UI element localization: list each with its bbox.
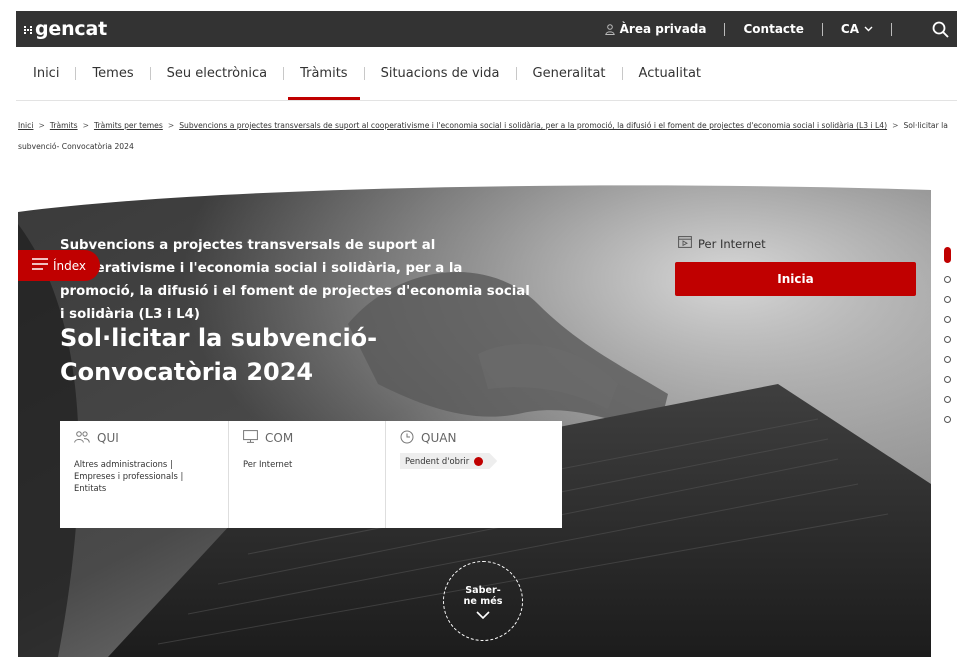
contacte-label: Contacte xyxy=(743,22,804,36)
menu-icon xyxy=(32,258,48,273)
qui-value: Altres administracions | Empreses i prof… xyxy=(74,459,184,493)
info-qui: QUI Altres administracions | Empreses i … xyxy=(60,421,228,528)
channel-text: Per Internet xyxy=(698,236,766,251)
status-label: Pendent d'obrir xyxy=(405,456,470,466)
page-title: Sol·licitar la subvenció- Convocatòria 2… xyxy=(60,324,378,386)
info-quan: QUAN Pendent d'obrir xyxy=(385,421,562,528)
breadcrumb-separator: > xyxy=(892,121,899,130)
pager-dot[interactable] xyxy=(944,296,951,303)
breadcrumb-link-tramits[interactable]: Tràmits xyxy=(50,121,78,130)
breadcrumb-separator: > xyxy=(167,121,175,130)
quan-header: QUAN xyxy=(400,429,562,447)
breadcrumb-link-inici[interactable]: Inici xyxy=(18,121,33,130)
breadcrumb: Inici > Tràmits > Tràmits per temes > Subvenci… xyxy=(18,115,948,157)
info-card: QUI Altres administracions | Empreses i … xyxy=(60,421,562,528)
nav-item-temes[interactable]: Temes xyxy=(76,47,149,100)
saber-mes-label: Saber-ne més xyxy=(463,585,503,607)
info-com: COM Per Internet xyxy=(228,421,385,528)
saber-mes-button[interactable]: Saber-ne més xyxy=(443,561,523,641)
hero-section: Subvencions a projectes transversals de … xyxy=(18,184,931,657)
logo-text: gencat xyxy=(35,18,107,40)
nav-item-seu-electronica[interactable]: Seu electrònica xyxy=(151,47,283,100)
contacte-link[interactable]: Contacte xyxy=(743,22,803,36)
divider xyxy=(724,22,726,36)
breadcrumb-link-subvencions[interactable]: Subvencions a projectes transversals de … xyxy=(179,121,887,130)
hero-subtitle: Subvencions a projectes transversals de … xyxy=(60,238,530,322)
pager-dot[interactable] xyxy=(944,376,951,383)
pager-dot[interactable] xyxy=(944,396,951,403)
people-icon xyxy=(74,430,90,446)
pager-dot[interactable] xyxy=(944,316,951,323)
channel-label: Per Internet xyxy=(678,236,766,251)
divider xyxy=(821,22,823,36)
gencat-logo-icon xyxy=(24,26,32,34)
area-privada-link[interactable]: Àrea privada xyxy=(604,22,707,36)
breadcrumb-link-tramits-per-temes[interactable]: Tràmits per temes xyxy=(94,121,163,130)
index-label: Índex xyxy=(53,258,87,273)
com-header: COM xyxy=(243,429,385,447)
language-selector[interactable]: CA xyxy=(841,22,873,36)
chevron-down-icon xyxy=(476,611,490,619)
status-dot-icon xyxy=(474,456,484,466)
nav-item-situacions-de-vida[interactable]: Situacions de vida xyxy=(365,47,516,100)
nav-item-generalitat[interactable]: Generalitat xyxy=(517,47,622,100)
language-label: CA xyxy=(840,22,859,36)
pager-dot[interactable] xyxy=(944,416,951,423)
breadcrumb-separator: > xyxy=(82,121,89,130)
top-bar-actions: Àrea privada Contacte CA xyxy=(604,11,957,47)
qui-label: QUI xyxy=(97,431,119,445)
user-icon xyxy=(604,23,615,35)
main-nav: Inici Temes Seu electrònica Tràmits Situ… xyxy=(16,47,957,101)
divider xyxy=(891,22,892,36)
qui-header: QUI xyxy=(74,429,228,447)
com-value: Per Internet xyxy=(243,459,293,469)
breadcrumb-separator: > xyxy=(38,121,45,130)
pager-dot[interactable] xyxy=(944,336,951,343)
nav-item-actualitat[interactable]: Actualitat xyxy=(623,47,718,100)
nav-item-tramits[interactable]: Tràmits xyxy=(284,47,364,100)
online-form-icon xyxy=(678,236,692,251)
index-button[interactable]: Índex xyxy=(18,250,100,281)
top-bar: gencat Àrea privada Contacte CA xyxy=(16,11,957,47)
search-icon[interactable] xyxy=(932,21,949,38)
quan-label: QUAN xyxy=(421,431,457,445)
status-badge: Pendent d'obrir xyxy=(400,453,498,469)
clock-icon xyxy=(400,430,414,447)
monitor-icon xyxy=(243,430,258,446)
pager-dot[interactable] xyxy=(944,276,951,283)
nav-item-inici[interactable]: Inici xyxy=(16,47,75,100)
inicia-button[interactable]: Inicia xyxy=(675,262,916,296)
chevron-down-icon xyxy=(864,26,873,32)
pager-dot-active[interactable] xyxy=(944,247,951,263)
gencat-logo[interactable]: gencat xyxy=(24,18,107,40)
area-privada-label: Àrea privada xyxy=(619,22,707,36)
com-label: COM xyxy=(265,431,294,445)
pager-dot[interactable] xyxy=(944,356,951,363)
